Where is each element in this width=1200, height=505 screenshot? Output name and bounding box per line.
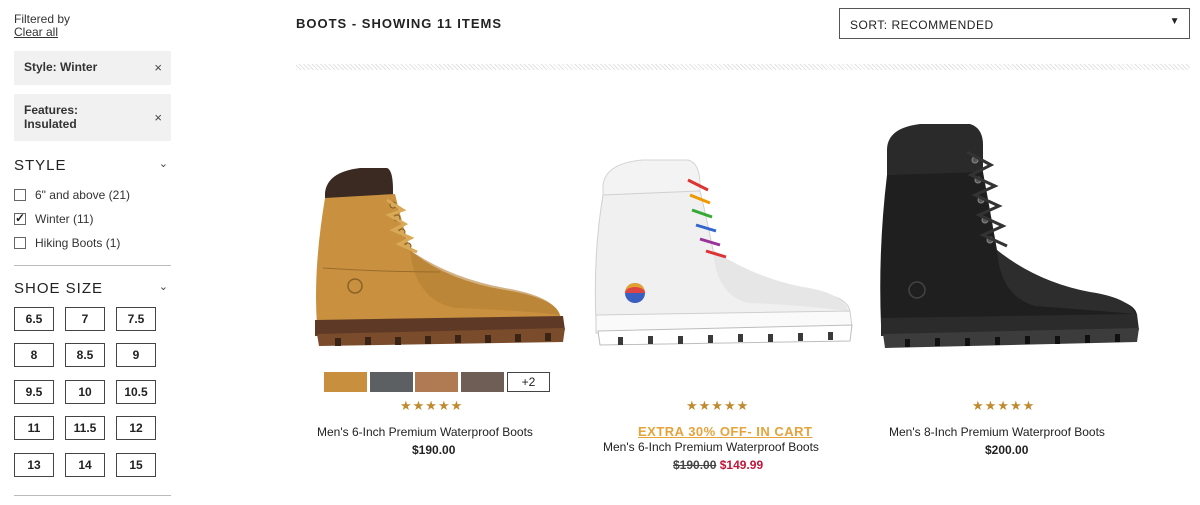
color-swatch-grey[interactable] [370, 372, 413, 392]
category-name: BOOTS [296, 16, 348, 31]
shoe-size-section-title: SHOE SIZE [14, 280, 104, 297]
style-option-label: Winter (11) [35, 212, 94, 226]
product-image-black-boot[interactable] [875, 120, 1143, 355]
style-option-label: 6" and above (21) [35, 188, 130, 202]
chevron-down-icon[interactable]: ⌄ [159, 280, 169, 293]
product-price: $200.00 [985, 443, 1029, 457]
size-option[interactable]: 11 [14, 416, 54, 440]
size-option[interactable]: 14 [65, 453, 105, 477]
style-section-header[interactable]: STYLE ⌄ [14, 157, 171, 174]
shoe-size-section-header[interactable]: SHOE SIZE ⌄ [14, 280, 171, 297]
section-divider [14, 495, 171, 496]
checkbox-checked[interactable] [14, 211, 26, 225]
active-filter-chip-features[interactable]: Features: Insulated × [14, 94, 171, 141]
size-option[interactable]: 8 [14, 343, 54, 367]
size-option[interactable]: 12 [116, 416, 156, 440]
product-image-white-boot[interactable] [588, 155, 856, 355]
checkbox[interactable] [14, 189, 26, 201]
original-price: $190.00 [673, 458, 717, 472]
item-count: - SHOWING 11 ITEMS [347, 16, 503, 31]
product-image-wheat-boot[interactable] [305, 160, 570, 355]
product-price: $190.00 [412, 443, 456, 457]
active-filter-label-line1: Features: [24, 103, 79, 117]
active-filter-chip-style[interactable]: Style: Winter × [14, 51, 171, 85]
product-price: $190.00 $149.99 [673, 458, 763, 472]
active-filter-label: Style: Winter [24, 60, 98, 74]
style-section-title: STYLE [14, 157, 67, 174]
more-swatches-button[interactable]: +2 [507, 372, 550, 392]
size-option[interactable]: 7.5 [116, 307, 156, 331]
close-icon[interactable]: × [154, 60, 162, 75]
size-option[interactable]: 10.5 [116, 380, 156, 404]
sort-selected-value: SORT: RECOMMENDED [850, 18, 994, 32]
hatched-divider [296, 64, 1190, 70]
product-name[interactable]: Men's 6-Inch Premium Waterproof Boots [317, 425, 533, 439]
size-option[interactable]: 15 [116, 453, 156, 477]
clear-all-link[interactable]: Clear all [14, 26, 58, 39]
size-option[interactable]: 7 [65, 307, 105, 331]
product-name[interactable]: Men's 6-Inch Premium Waterproof Boots [603, 440, 819, 454]
active-filter-label: Features: Insulated [24, 103, 78, 131]
rating-stars: ★★★★★ [400, 398, 464, 413]
size-option[interactable]: 13 [14, 453, 54, 477]
color-swatch-wheat[interactable] [324, 372, 367, 392]
caret-down-icon[interactable]: ▼ [1170, 16, 1180, 27]
checkbox[interactable] [14, 237, 26, 249]
size-option[interactable]: 9.5 [14, 380, 54, 404]
close-icon[interactable]: × [154, 110, 162, 125]
chevron-down-icon[interactable]: ⌄ [159, 157, 169, 170]
size-option[interactable]: 11.5 [65, 416, 105, 440]
color-swatch-rust[interactable] [415, 372, 458, 392]
style-option-label: Hiking Boots (1) [35, 236, 121, 250]
size-option[interactable]: 6.5 [14, 307, 54, 331]
product-name[interactable]: Men's 8-Inch Premium Waterproof Boots [889, 425, 1105, 439]
section-divider [14, 265, 171, 266]
rating-stars: ★★★★★ [972, 398, 1036, 413]
size-option[interactable]: 10 [65, 380, 105, 404]
active-filter-label-line2: Insulated [24, 117, 77, 131]
promo-link[interactable]: EXTRA 30% OFF- IN CART [638, 424, 812, 439]
size-option[interactable]: 8.5 [65, 343, 105, 367]
sort-dropdown[interactable]: SORT: RECOMMENDED ▼ [839, 8, 1190, 39]
sale-price: $149.99 [719, 458, 764, 472]
rating-stars: ★★★★★ [686, 398, 750, 413]
size-option[interactable]: 9 [116, 343, 156, 367]
page-title: BOOTS - SHOWING 11 ITEMS [296, 16, 502, 31]
color-swatch-brown[interactable] [461, 372, 504, 392]
